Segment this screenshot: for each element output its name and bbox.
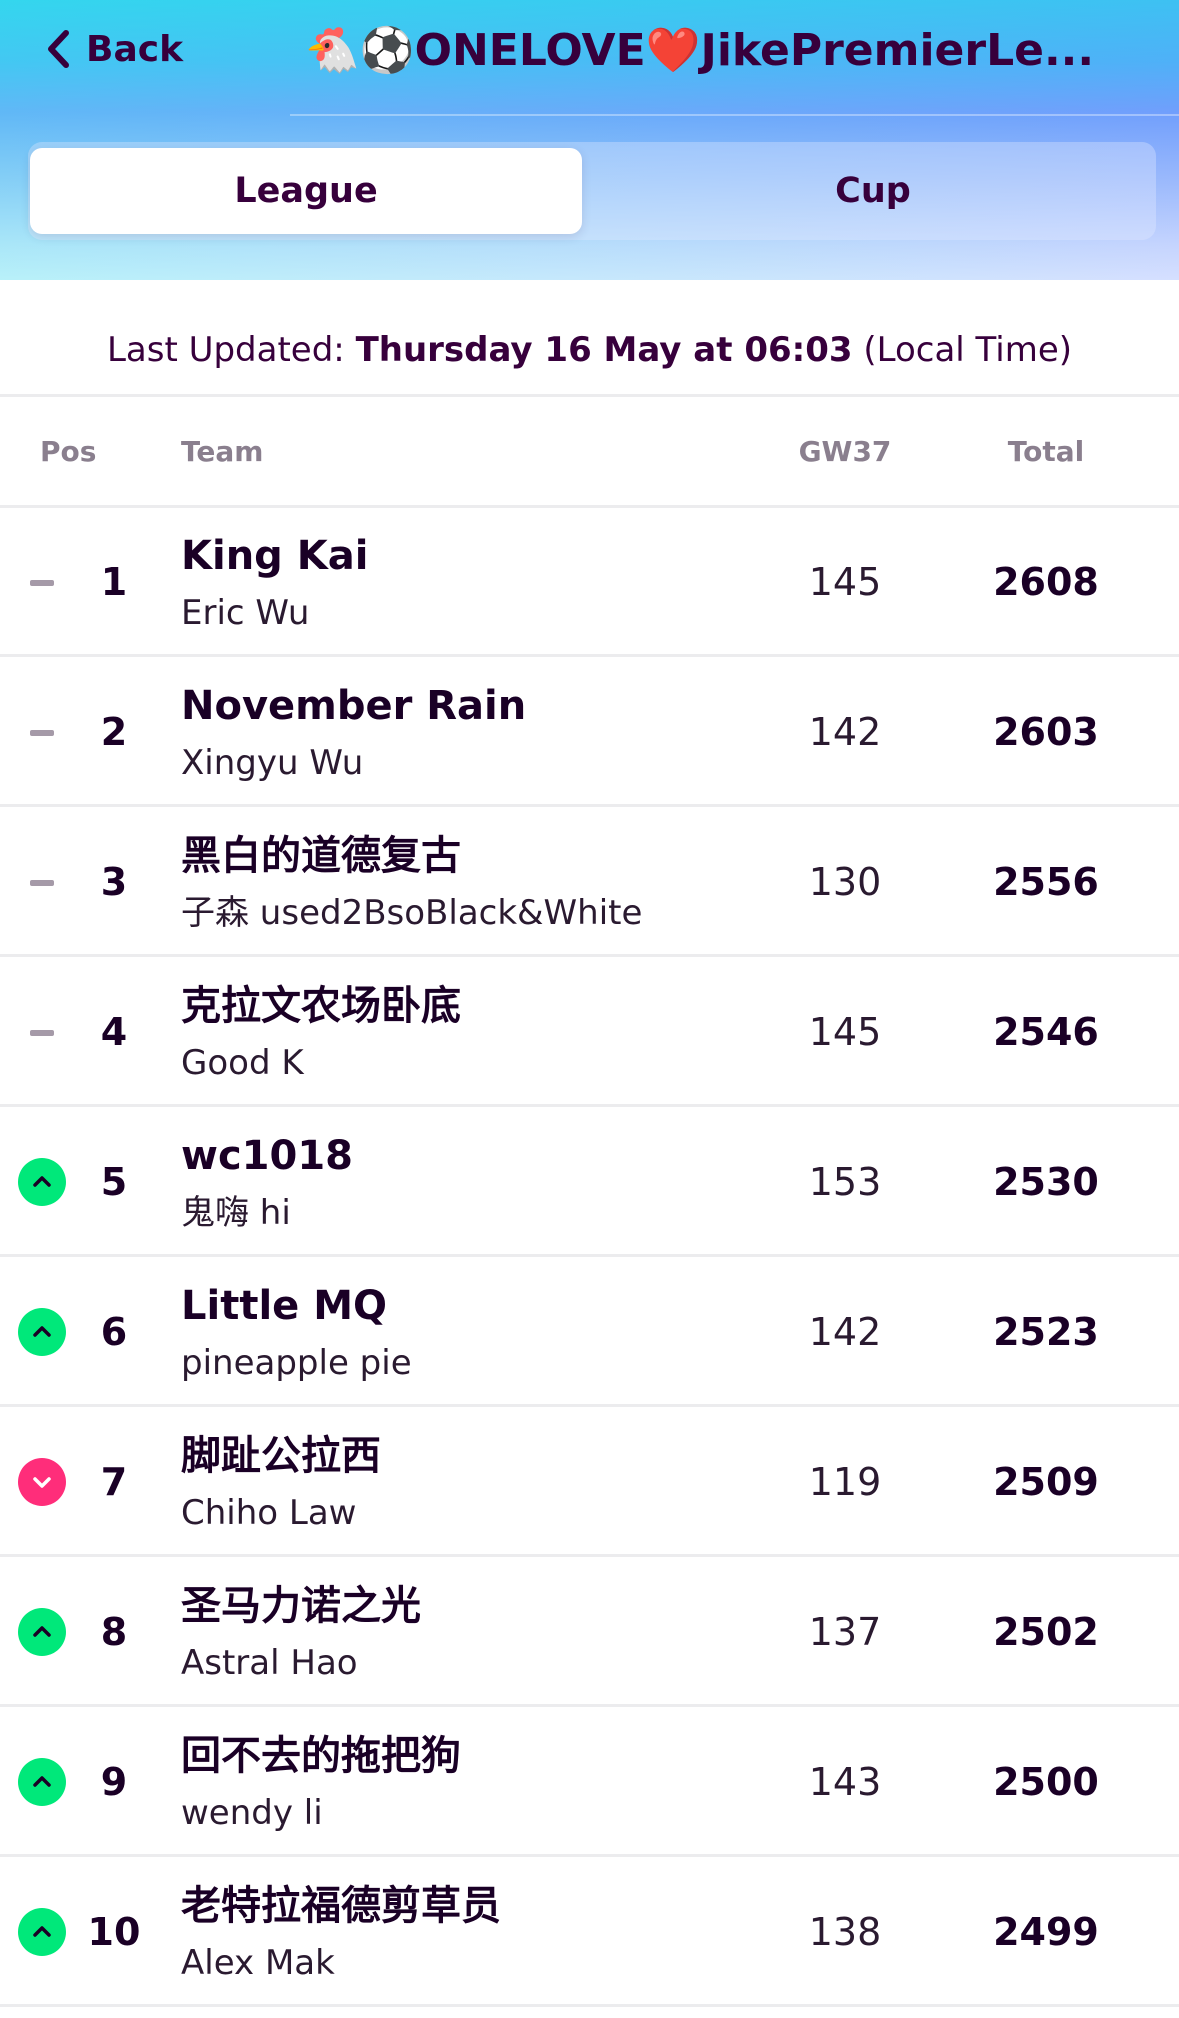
chevron-down-icon	[18, 1458, 66, 1506]
total-points: 2556	[993, 860, 1099, 904]
last-updated-prefix: Last Updated:	[106, 330, 356, 370]
rank-position: 2	[100, 710, 128, 754]
table-row[interactable]: 2 November Rain Xingyu Wu 142 2603	[0, 657, 1179, 807]
tab-bar: League Cup	[28, 142, 1156, 240]
rank-position: 4	[100, 1010, 128, 1054]
tab-cup[interactable]: Cup	[594, 148, 1152, 234]
manager-name: 子森 used2BsoBlack&White	[181, 893, 643, 933]
manager-name: Chiho Law	[181, 1493, 357, 1533]
table-row[interactable]: 7 脚趾公拉西 Chiho Law 119 2509	[0, 1407, 1179, 1557]
manager-name: 鬼嗨 hi	[181, 1193, 291, 1233]
chevron-up-icon	[18, 1608, 66, 1656]
manager-name: Alex Mak	[181, 1943, 335, 1983]
no-change-icon	[30, 730, 54, 736]
page-title: 🐔⚽ONELOVE❤️JikePremierLe...	[305, 25, 1095, 76]
total-points: 2499	[993, 1910, 1099, 1954]
team-name: King Kai	[181, 533, 369, 579]
manager-name: Eric Wu	[181, 593, 310, 633]
chevron-up-icon	[18, 1158, 66, 1206]
column-header-pos: Pos	[40, 435, 97, 468]
navigation-bar: Back 🐔⚽ONELOVE❤️JikePremierLe...	[0, 0, 1179, 112]
table-row[interactable]: 5 wc1018 鬼嗨 hi 153 2530	[0, 1107, 1179, 1257]
gameweek-points: 119	[808, 1460, 882, 1504]
rank-position: 7	[100, 1460, 128, 1504]
standings-table: 1 King Kai Eric Wu 145 2608 2 November Rain Xin…	[0, 507, 1179, 2007]
rank-position: 10	[87, 1910, 141, 1954]
team-name: 脚趾公拉西	[181, 1433, 381, 1479]
tab-league[interactable]: League	[30, 148, 582, 234]
chevron-up-icon	[18, 1758, 66, 1806]
no-change-icon	[30, 880, 54, 886]
chevron-up-icon	[18, 1908, 66, 1956]
total-points: 2546	[993, 1010, 1099, 1054]
team-name: Little MQ	[181, 1283, 388, 1329]
gameweek-points: 130	[808, 860, 882, 904]
total-points: 2523	[993, 1310, 1099, 1354]
last-updated-datetime: Thursday 16 May at 06:03	[355, 330, 853, 370]
gameweek-points: 137	[808, 1610, 882, 1654]
column-header-total: Total	[1007, 435, 1085, 468]
team-name: wc1018	[181, 1133, 353, 1179]
table-row[interactable]: 3 黑白的道德复古子森 used2BsoBlack&White 130 2556	[0, 807, 1179, 957]
header-divider	[290, 114, 1179, 116]
gameweek-points: 145	[808, 1010, 882, 1054]
back-button[interactable]: Back	[44, 22, 183, 76]
gameweek-points: 143	[808, 1760, 882, 1804]
manager-name: Astral Hao	[181, 1643, 358, 1683]
team-name: 克拉文农场卧底	[181, 983, 461, 1029]
rank-position: 5	[100, 1160, 128, 1204]
chevron-left-icon	[48, 30, 69, 68]
rank-position: 8	[100, 1610, 128, 1654]
manager-name: wendy li	[181, 1793, 323, 1833]
team-name: November Rain	[181, 683, 527, 729]
manager-name: Xingyu Wu	[181, 743, 364, 783]
total-points: 2608	[993, 560, 1099, 604]
last-updated: Last Updated: Thursday 16 May at 06:03 (…	[0, 320, 1179, 380]
chevron-up-icon	[18, 1308, 66, 1356]
table-row[interactable]: 8 圣马力诺之光 Astral Hao 137 2502	[0, 1557, 1179, 1707]
total-points: 2502	[993, 1610, 1099, 1654]
manager-name: Good K	[181, 1043, 304, 1083]
manager-name: pineapple pie	[181, 1343, 412, 1383]
last-updated-suffix: (Local Time)	[852, 330, 1073, 370]
gameweek-points: 138	[808, 1910, 882, 1954]
table-row[interactable]: 9 回不去的拖把狗 wendy li 143 2500	[0, 1707, 1179, 1857]
team-name: 回不去的拖把狗	[181, 1733, 461, 1779]
rank-position: 6	[100, 1310, 128, 1354]
table-row[interactable]: 1 King Kai Eric Wu 145 2608	[0, 507, 1179, 657]
total-points: 2603	[993, 710, 1099, 754]
rank-position: 9	[100, 1760, 128, 1804]
total-points: 2509	[993, 1460, 1099, 1504]
divider	[0, 394, 1179, 397]
gameweek-points: 142	[808, 1310, 882, 1354]
total-points: 2530	[993, 1160, 1099, 1204]
total-points: 2500	[993, 1760, 1099, 1804]
team-name: 老特拉福德剪草员	[181, 1883, 501, 1929]
table-row[interactable]: 6 Little MQ pineapple pie 142 2523	[0, 1257, 1179, 1407]
gameweek-points: 142	[808, 710, 882, 754]
team-name: 黑白的道德复古	[181, 833, 461, 879]
gameweek-points: 153	[808, 1160, 882, 1204]
back-label: Back	[86, 28, 184, 70]
column-header-team: Team	[181, 435, 264, 468]
table-row[interactable]: 10 老特拉福德剪草员 Alex Mak 138 2499	[0, 1857, 1179, 2007]
team-name: 圣马力诺之光	[181, 1583, 421, 1629]
table-row[interactable]: 4 克拉文农场卧底 Good K 145 2546	[0, 957, 1179, 1107]
no-change-icon	[30, 580, 54, 586]
no-change-icon	[30, 1030, 54, 1036]
rank-position: 3	[100, 860, 128, 904]
rank-position: 1	[100, 560, 128, 604]
column-header-gw: GW37	[798, 435, 892, 468]
gameweek-points: 145	[808, 560, 882, 604]
